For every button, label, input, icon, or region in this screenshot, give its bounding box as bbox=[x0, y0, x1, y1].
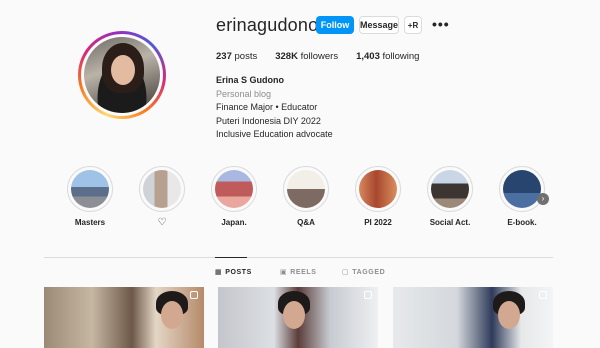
highlight-cover-ring bbox=[67, 166, 113, 212]
tab-label: REELS bbox=[290, 268, 317, 276]
post-thumbnail[interactable] bbox=[393, 287, 553, 348]
highlight-pi-2022[interactable]: PI 2022 bbox=[346, 166, 410, 228]
highlight-cover-ring bbox=[139, 166, 185, 212]
highlight-label: PI 2022 bbox=[364, 218, 392, 227]
followers-label: followers bbox=[300, 51, 339, 62]
bio-line: Finance Major • Educator bbox=[216, 102, 318, 112]
post-subject-face bbox=[161, 301, 183, 329]
post-subject-face bbox=[283, 301, 305, 329]
highlight-social-act[interactable]: Social Act. bbox=[418, 166, 482, 228]
highlight-cover bbox=[71, 170, 109, 208]
following-stat[interactable]: 1,403 following bbox=[356, 51, 419, 62]
tabs-divider bbox=[44, 257, 553, 258]
followers-stat[interactable]: 328K followers bbox=[275, 51, 338, 62]
posts-stat: 237 posts bbox=[216, 51, 257, 62]
highlight-label: Q&A bbox=[297, 218, 315, 227]
highlight-cover-ring bbox=[211, 166, 257, 212]
highlight-cover-ring bbox=[499, 166, 545, 212]
highlight-cover-ring bbox=[355, 166, 401, 212]
tag-icon: ▢ bbox=[342, 269, 350, 276]
bio-line: Inclusive Education advocate bbox=[216, 129, 333, 139]
reel-icon bbox=[539, 291, 547, 299]
avatar-face bbox=[111, 55, 135, 85]
highlight-masters[interactable]: Masters bbox=[58, 166, 122, 228]
highlight-cover-ring bbox=[427, 166, 473, 212]
highlight-heart[interactable]: ♡ bbox=[130, 166, 194, 228]
tab-label: POSTS bbox=[225, 268, 252, 276]
tab-posts[interactable]: ▦ POSTS bbox=[215, 268, 252, 277]
highlight-cover-ring bbox=[283, 166, 329, 212]
highlight-japan[interactable]: Japan. bbox=[202, 166, 266, 228]
highlight-label: Social Act. bbox=[429, 218, 471, 227]
following-label: following bbox=[382, 51, 420, 62]
suggested-accounts-button[interactable]: +R bbox=[404, 16, 422, 34]
avatar-frame bbox=[81, 34, 163, 116]
following-count: 1,403 bbox=[356, 51, 380, 62]
highlight-cover bbox=[287, 170, 325, 208]
highlight-cover bbox=[431, 170, 469, 208]
reel-icon bbox=[364, 291, 372, 299]
tab-label: TAGGED bbox=[352, 268, 386, 276]
active-tab-indicator bbox=[215, 257, 247, 258]
more-options-icon[interactable]: ••• bbox=[432, 17, 450, 31]
category-label: Personal blog bbox=[216, 88, 272, 99]
posts-count: 237 bbox=[216, 51, 232, 62]
tab-reels[interactable]: ▣ REELS bbox=[280, 268, 317, 277]
highlight-label: Japan. bbox=[221, 218, 247, 227]
grid-icon: ▦ bbox=[215, 269, 223, 276]
highlight-qa[interactable]: Q&A bbox=[274, 166, 338, 228]
carousel-icon bbox=[190, 291, 198, 299]
chevron-right-icon[interactable]: › bbox=[537, 193, 549, 205]
followers-count: 328K bbox=[275, 51, 298, 62]
heart-icon: ♡ bbox=[157, 217, 167, 228]
post-thumbnail[interactable] bbox=[44, 287, 204, 348]
profile-avatar-ring[interactable] bbox=[78, 31, 166, 119]
bio-line: Puteri Indonesia DIY 2022 bbox=[216, 115, 321, 126]
reels-icon: ▣ bbox=[280, 269, 288, 276]
highlight-cover bbox=[359, 170, 397, 208]
post-subject-face bbox=[498, 301, 520, 329]
full-name: Erina S Gudono bbox=[216, 75, 285, 85]
follow-button[interactable]: Follow bbox=[316, 16, 354, 34]
highlight-label: Masters bbox=[74, 218, 106, 227]
avatar bbox=[84, 37, 160, 113]
posts-label: posts bbox=[234, 51, 258, 62]
highlight-label: E-book. bbox=[507, 218, 537, 227]
tab-tagged[interactable]: ▢ TAGGED bbox=[342, 268, 386, 277]
highlight-cover bbox=[215, 170, 253, 208]
post-thumbnail[interactable] bbox=[218, 287, 378, 348]
highlight-cover bbox=[503, 170, 541, 208]
username: erinagudono bbox=[216, 15, 319, 35]
profile-stats: 237 posts 328K followers 1,403 following bbox=[216, 51, 419, 62]
message-button[interactable]: Message bbox=[359, 16, 399, 34]
profile-bio: Erina S Gudono Personal blog Finance Maj… bbox=[216, 74, 333, 142]
highlight-cover bbox=[143, 170, 181, 208]
